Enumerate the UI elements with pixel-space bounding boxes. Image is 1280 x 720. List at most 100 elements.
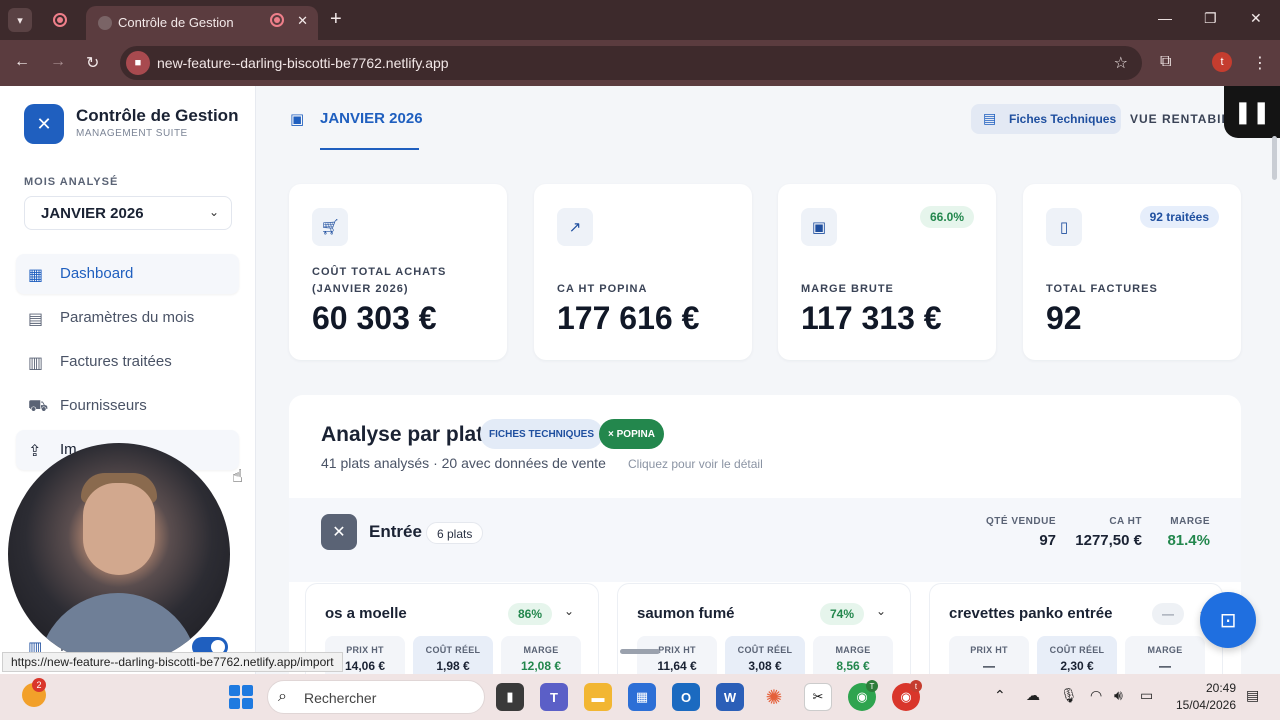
- notification-badge: 2: [32, 678, 46, 692]
- assistant-robot-button[interactable]: ⊡: [1200, 592, 1256, 648]
- profile-avatar[interactable]: t: [1212, 52, 1232, 72]
- wallet-icon: ▣: [801, 208, 837, 246]
- claude-app-icon[interactable]: ✺: [760, 683, 788, 711]
- microphone-icon[interactable]: 🎙︎: [1060, 687, 1078, 704]
- metric-value: —: [1159, 659, 1171, 673]
- metric-value: 3,08 €: [748, 659, 782, 673]
- sidebar-item-parametres[interactable]: ▤ Paramètres du mois: [16, 298, 239, 338]
- dish-card[interactable]: crevettes panko entrée — ⌄ PRIX HT — COÛ…: [929, 583, 1223, 676]
- metric-label: COÛT RÉEL: [425, 645, 481, 655]
- back-icon[interactable]: ←: [14, 53, 30, 71]
- extensions-icon[interactable]: ⧉: [1160, 53, 1171, 71]
- app-title: Contrôle de Gestion: [76, 106, 239, 125]
- battery-icon[interactable]: ▭: [1140, 687, 1153, 704]
- month-select[interactable]: JANVIER 2026 ⌄: [24, 196, 232, 230]
- analysis-subtitle: 41 plats analysés · 20 avec données de v…: [321, 455, 606, 471]
- file-explorer-icon[interactable]: ▬: [584, 683, 612, 711]
- app-logo-icon: ✕: [24, 104, 64, 144]
- volume-icon[interactable]: 🔊︎: [1114, 687, 1123, 704]
- stat-label: QTÉ VENDUE: [985, 516, 1056, 527]
- tray-overflow-icon[interactable]: ⌃: [994, 687, 1006, 704]
- scrollbar-thumb[interactable]: [1272, 136, 1277, 180]
- clock-time[interactable]: 20:49: [1188, 681, 1236, 695]
- minimize-icon[interactable]: —: [1158, 10, 1172, 26]
- search-placeholder: Rechercher: [304, 690, 377, 706]
- taskbar-search[interactable]: ⌕ Rechercher: [267, 680, 485, 714]
- word-app-icon[interactable]: W: [716, 683, 744, 711]
- metric-value: —: [983, 659, 995, 673]
- section-entree[interactable]: ✕ Entrée 6 plats QTÉ VENDUE 97 CA HT 127…: [289, 498, 1241, 582]
- chevron-down-icon[interactable]: ⌄: [876, 604, 886, 618]
- sidebar-item-label: Fournisseurs: [60, 397, 147, 414]
- tab-month[interactable]: JANVIER 2026: [320, 110, 423, 127]
- forward-icon[interactable]: →: [50, 53, 66, 71]
- windows-taskbar: 2 ⌕ Rechercher ▮ T ▬ ▦ O W ✺ ✂ ◉ T ◉ t ⌃…: [0, 674, 1280, 720]
- start-button[interactable]: [229, 685, 253, 709]
- address-url[interactable]: new-feature--darling-biscotti-be7762.net…: [157, 55, 449, 71]
- notifications-icon[interactable]: ▤: [1246, 687, 1259, 704]
- kpi-badge: 66.0%: [919, 206, 974, 228]
- main-content: ▣ JANVIER 2026 ▤ Fiches Techniques VUE R…: [256, 86, 1280, 676]
- search-icon: ⌕: [278, 688, 287, 705]
- metric-marge: MARGE 8,56 €: [813, 636, 893, 676]
- tab-search-button[interactable]: ▾: [8, 8, 32, 32]
- pause-recording-icon[interactable]: ❚❚: [1224, 86, 1280, 138]
- dish-card[interactable]: saumon fumé 74% ⌄ PRIX HT 11,64 € COÛT R…: [617, 583, 911, 676]
- fiches-techniques-pill: FICHES TECHNIQUES: [480, 419, 604, 449]
- sidebar-item-fournisseurs[interactable]: ⛟ Fournisseurs: [16, 386, 239, 426]
- chevron-down-icon[interactable]: ⌄: [564, 604, 574, 618]
- dish-margin-badge: —: [1152, 603, 1184, 625]
- wifi-icon[interactable]: ◠: [1090, 687, 1102, 704]
- fiches-techniques-button[interactable]: ▤ Fiches Techniques: [971, 104, 1121, 134]
- kpi-card-factures: ▯ 92 traitées TOTAL FACTURES 92: [1023, 184, 1241, 360]
- kpi-card-marge: ▣ 66.0% MARGE BRUTE 117 313 €: [778, 184, 996, 360]
- import-icon: ⇪: [28, 443, 42, 460]
- new-tab-icon[interactable]: +: [330, 9, 342, 29]
- metric-prix: PRIX HT 11,64 €: [637, 636, 717, 676]
- address-bar[interactable]: ■ new-feature--darling-biscotti-be7762.n…: [120, 46, 1142, 80]
- kpi-label: TOTAL FACTURES: [1046, 283, 1158, 295]
- capcut-app-icon[interactable]: ✂: [804, 683, 832, 711]
- metric-cout: COÛT RÉEL 3,08 €: [725, 636, 805, 676]
- book-open-icon: ▤: [983, 110, 997, 126]
- metric-value: 8,56 €: [836, 659, 870, 673]
- sidebar-item-factures[interactable]: ▥ Factures traitées: [16, 342, 239, 382]
- metric-value: 1,98 €: [436, 659, 470, 673]
- stat-value: 81.4%: [1167, 532, 1210, 549]
- clock-date[interactable]: 15/04/2026: [1172, 698, 1236, 712]
- metric-value: 12,08 €: [520, 659, 562, 673]
- store-app-icon[interactable]: ▦: [628, 683, 656, 711]
- teams-app-icon[interactable]: T: [540, 683, 568, 711]
- dashboard-icon: ▦: [28, 267, 44, 284]
- stat-label: CA HT: [1109, 516, 1142, 527]
- cloud-icon[interactable]: ☁: [1026, 687, 1040, 704]
- restore-icon[interactable]: ❐: [1204, 10, 1217, 27]
- section-title: Entrée: [369, 522, 422, 541]
- browser-tab[interactable]: Contrôle de Gestion ✕: [86, 6, 318, 40]
- vue-rentabilite-button[interactable]: VUE RENTABILITÉ: [1130, 112, 1226, 126]
- metric-label: COÛT RÉEL: [1049, 645, 1105, 655]
- bookmark-star-icon[interactable]: ☆: [1114, 53, 1128, 73]
- drag-handle[interactable]: [620, 649, 660, 654]
- kpi-label: CA HT POPINA: [557, 283, 648, 295]
- sidebar-item-dashboard[interactable]: ▦ Dashboard: [16, 254, 239, 294]
- dish-name: crevettes panko entrée: [949, 605, 1113, 622]
- metric-label: MARGE: [1147, 645, 1183, 655]
- terminal-app-icon[interactable]: ▮: [496, 683, 524, 711]
- tab-recording-icon: [270, 13, 284, 27]
- metric-prix: PRIX HT —: [949, 636, 1029, 676]
- dish-name: saumon fumé: [637, 605, 735, 622]
- outlook-app-icon[interactable]: O: [672, 683, 700, 711]
- tab-close-icon[interactable]: ✕: [297, 13, 308, 29]
- reload-icon[interactable]: ↻: [86, 53, 99, 73]
- dish-card[interactable]: os a moelle 86% ⌄ PRIX HT 14,06 € COÛT R…: [305, 583, 599, 676]
- metric-label: MARGE: [523, 645, 559, 655]
- browser-menu-icon[interactable]: ⋮: [1252, 53, 1268, 73]
- browser-tab-bar: ▾ Contrôle de Gestion ✕ + — ❐ ✕: [0, 0, 1280, 40]
- metric-label: PRIX HT: [970, 645, 1008, 655]
- camera-icon[interactable]: ■: [126, 51, 150, 75]
- kpi-card-achats: 🛒︎ COÛT TOTAL ACHATS (JANVIER 2026) 60 3…: [289, 184, 507, 360]
- close-window-icon[interactable]: ✕: [1250, 10, 1262, 27]
- kpi-value: 92: [1046, 300, 1082, 336]
- sidebar-item-label: Dashboard: [60, 265, 134, 282]
